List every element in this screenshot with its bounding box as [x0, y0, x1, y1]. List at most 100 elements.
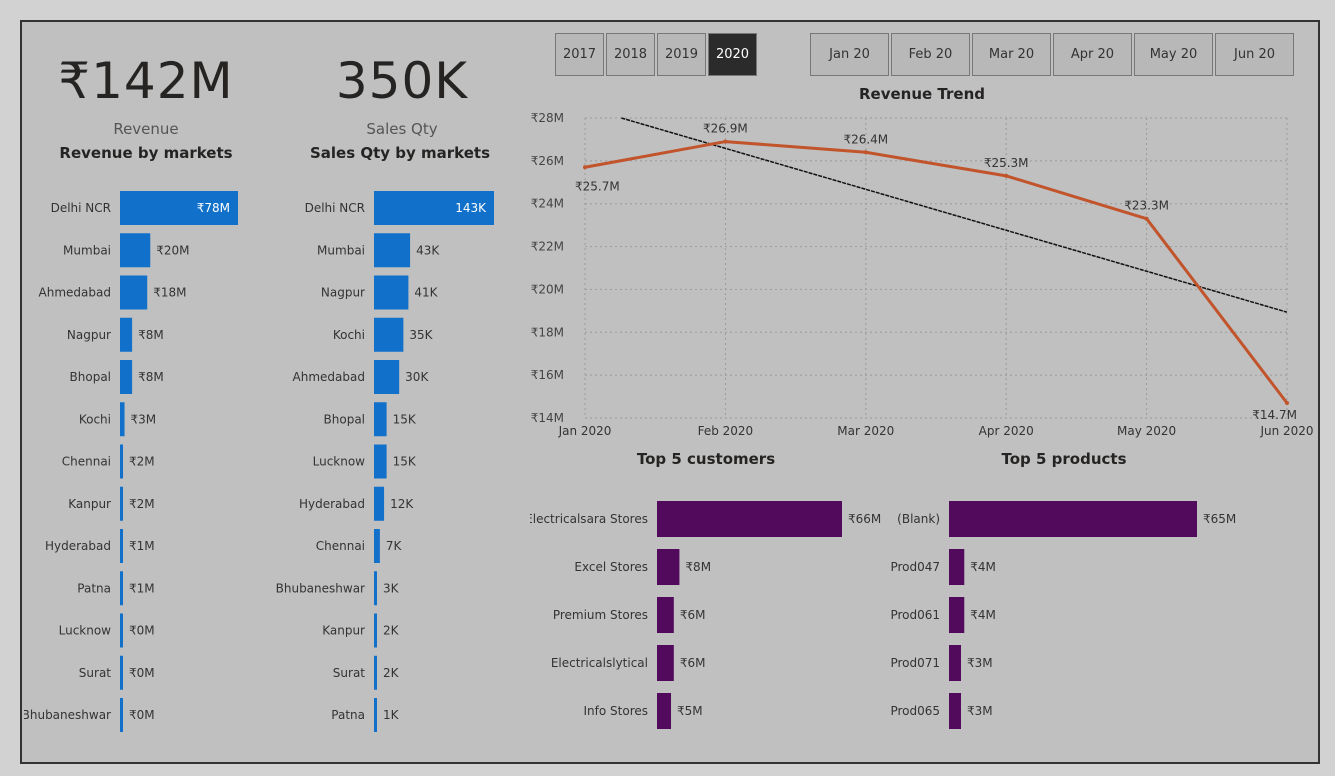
bar[interactable]	[374, 613, 377, 648]
data-point[interactable]	[1285, 401, 1289, 405]
bar[interactable]	[374, 529, 380, 563]
data-label: ₹6M	[680, 608, 706, 622]
data-label: ₹8M	[138, 370, 164, 384]
top-customers-chart: Electricalsara Stores ₹66M Excel Stores ₹8M…	[530, 501, 881, 729]
bar[interactable]	[949, 693, 961, 729]
month-button-feb-20[interactable]: Feb 20	[891, 33, 970, 76]
month-button-jun-20[interactable]: Jun 20	[1215, 33, 1294, 76]
data-label: 143K	[455, 201, 487, 215]
data-label: ₹25.3M	[984, 156, 1029, 170]
data-label: ₹1M	[129, 539, 155, 553]
data-label: ₹1M	[129, 581, 155, 595]
category-label: Electricalsara Stores	[530, 512, 648, 526]
revenue-trend-title: Revenue Trend	[859, 85, 985, 103]
data-label: 30K	[405, 370, 429, 384]
bar[interactable]	[374, 571, 377, 606]
data-label: ₹8M	[685, 560, 711, 574]
month-button-jan-20[interactable]: Jan 20	[810, 33, 889, 76]
bar[interactable]	[120, 275, 148, 310]
bar[interactable]	[120, 529, 123, 563]
y-tick-label: ₹18M	[531, 325, 564, 339]
category-label: Bhopal	[324, 412, 365, 426]
category-label: (Blank)	[897, 512, 940, 526]
bar[interactable]	[374, 444, 387, 479]
data-label: 1K	[383, 708, 400, 722]
data-point[interactable]	[583, 165, 587, 170]
category-label: Kochi	[333, 328, 365, 342]
category-label: Bhubaneshwar	[24, 708, 111, 722]
bar[interactable]	[374, 655, 377, 690]
category-label: Bhopal	[70, 370, 111, 384]
y-tick-label: ₹24M	[531, 197, 564, 211]
x-tick-label: Jan 2020	[558, 424, 612, 438]
category-label: Nagpur	[67, 328, 111, 342]
data-label: 2K	[383, 666, 400, 680]
bar[interactable]	[374, 402, 387, 437]
year-button-2020[interactable]: 2020	[708, 33, 757, 76]
data-label: ₹20M	[156, 243, 189, 257]
bar[interactable]	[120, 317, 133, 352]
bar[interactable]	[657, 501, 842, 537]
data-point[interactable]	[863, 150, 868, 155]
category-label: Delhi NCR	[51, 201, 111, 215]
bar[interactable]	[949, 549, 965, 585]
category-label: Lucknow	[59, 624, 112, 638]
category-label: Excel Stores	[574, 560, 648, 574]
data-point[interactable]	[1144, 216, 1149, 221]
category-label: Prod071	[890, 656, 940, 670]
y-tick-label: ₹28M	[531, 111, 564, 125]
year-button-2018[interactable]: 2018	[606, 33, 655, 76]
category-label: Info Stores	[584, 704, 649, 718]
bar[interactable]	[657, 549, 680, 585]
bar[interactable]	[374, 275, 409, 310]
data-point[interactable]	[1004, 173, 1009, 178]
bar[interactable]	[374, 360, 400, 394]
category-label: Mumbai	[317, 243, 365, 257]
bar[interactable]	[657, 645, 674, 681]
revenue-series-line[interactable]	[584, 140, 1289, 404]
bar[interactable]	[120, 233, 151, 268]
data-label: 41K	[414, 286, 438, 300]
data-point[interactable]	[723, 139, 728, 144]
bar[interactable]	[120, 655, 123, 690]
bar[interactable]	[374, 233, 411, 268]
bar[interactable]	[120, 402, 125, 437]
revenue-trend-chart: ₹14M ₹16M ₹18M ₹20M ₹22M ₹24M ₹26M ₹28M Jan 2020…	[531, 111, 1314, 438]
y-tick-label: ₹20M	[531, 282, 564, 296]
category-label: Ahmedabad	[293, 370, 365, 384]
bar[interactable]	[120, 571, 123, 606]
month-button-apr-20[interactable]: Apr 20	[1053, 33, 1132, 76]
data-label: ₹8M	[138, 328, 164, 342]
year-button-2019[interactable]: 2019	[657, 33, 706, 76]
x-tick-label: May 2020	[1117, 424, 1176, 438]
sales-qty-kpi-label: Sales Qty	[366, 120, 438, 138]
data-label: ₹65M	[1203, 512, 1236, 526]
bar[interactable]	[374, 317, 404, 352]
bar[interactable]	[120, 698, 123, 732]
bar[interactable]	[120, 444, 124, 479]
data-label: ₹3M	[131, 412, 157, 426]
month-button-may-20[interactable]: May 20	[1134, 33, 1213, 76]
bar[interactable]	[120, 613, 123, 648]
bar[interactable]	[374, 698, 377, 732]
data-label: 12K	[390, 497, 414, 511]
bar[interactable]	[949, 501, 1197, 537]
category-label: Prod061	[890, 608, 940, 622]
revenue-by-markets-chart: Delhi NCR ₹78M Mumbai ₹20M Ahmedabad ₹18M Nagp…	[24, 191, 238, 732]
month-button-mar-20[interactable]: Mar 20	[972, 33, 1051, 76]
revenue-by-markets-title: Revenue by markets	[59, 144, 233, 162]
category-label: Prod047	[890, 560, 940, 574]
bar[interactable]	[374, 486, 385, 521]
data-label: ₹2M	[129, 497, 155, 511]
data-label: ₹4M	[970, 560, 996, 574]
y-tick-label: ₹26M	[531, 154, 564, 168]
bar[interactable]	[949, 597, 965, 633]
year-button-2017[interactable]: 2017	[555, 33, 604, 76]
bar[interactable]	[120, 486, 124, 521]
data-label: ₹66M	[848, 512, 881, 526]
category-label: Patna	[77, 581, 111, 595]
bar[interactable]	[120, 360, 133, 394]
bar[interactable]	[949, 645, 961, 681]
bar[interactable]	[657, 597, 674, 633]
bar[interactable]	[657, 693, 672, 729]
